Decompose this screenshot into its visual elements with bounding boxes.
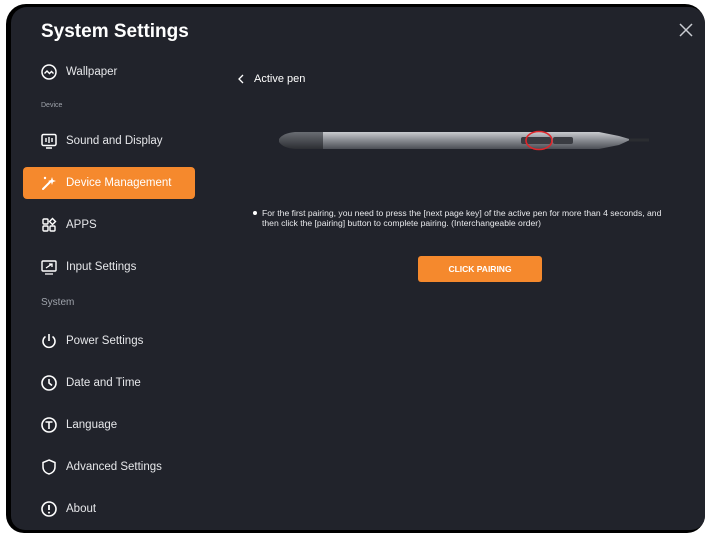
chevron-left-icon xyxy=(238,74,244,84)
clock-icon xyxy=(40,374,58,392)
sidebar-item-label: About xyxy=(66,503,97,515)
shield-icon xyxy=(40,458,58,476)
info-icon xyxy=(40,500,58,518)
sidebar-item-advanced-settings[interactable]: Advanced Settings xyxy=(23,451,195,483)
sidebar: System Settings Wallpaper Device Sound a… xyxy=(11,7,207,530)
sidebar-item-label: Power Settings xyxy=(66,335,144,347)
section-system: System xyxy=(41,297,75,308)
click-pairing-button[interactable]: CLICK PAIRING xyxy=(418,256,542,282)
bullet-dot xyxy=(253,211,257,215)
sidebar-item-power-settings[interactable]: Power Settings xyxy=(23,325,195,357)
sidebar-item-label: Advanced Settings xyxy=(66,461,162,473)
language-icon xyxy=(40,416,58,434)
sidebar-item-label: APPS xyxy=(66,219,97,231)
close-icon[interactable] xyxy=(677,21,695,39)
sidebar-item-label: Device Management xyxy=(66,177,172,189)
pairing-instruction: For the first pairing, you need to press… xyxy=(253,208,663,228)
sidebar-item-input-settings[interactable]: Input Settings xyxy=(23,251,195,283)
sidebar-item-about[interactable]: About xyxy=(23,493,195,525)
sidebar-item-label: Sound and Display xyxy=(66,135,163,147)
page-title: Active pen xyxy=(254,73,306,85)
sidebar-item-language[interactable]: Language xyxy=(23,409,195,441)
sidebar-item-label: Date and Time xyxy=(66,377,141,389)
instruction-text: For the first pairing, you need to press… xyxy=(262,208,662,228)
back-button[interactable]: Active pen xyxy=(236,73,305,85)
sidebar-item-apps[interactable]: APPS xyxy=(23,209,195,241)
power-icon xyxy=(40,332,58,350)
sidebar-item-device-management[interactable]: Device Management xyxy=(23,167,195,199)
sidebar-item-date-time[interactable]: Date and Time xyxy=(23,367,195,399)
sidebar-item-wallpaper[interactable]: Wallpaper xyxy=(23,56,195,88)
wallpaper-icon xyxy=(40,63,58,81)
section-device: Device xyxy=(41,102,63,109)
sound-display-icon xyxy=(40,132,58,150)
active-pen-image xyxy=(273,122,649,160)
settings-window: System Settings Wallpaper Device Sound a… xyxy=(11,7,705,530)
apps-icon xyxy=(40,216,58,234)
sidebar-item-label: Wallpaper xyxy=(66,66,118,78)
sidebar-item-label: Language xyxy=(66,419,118,431)
sidebar-item-label: Input Settings xyxy=(66,261,137,273)
device-management-icon xyxy=(40,174,58,192)
input-settings-icon xyxy=(40,258,58,276)
app-title: System Settings xyxy=(41,21,189,42)
sidebar-item-sound-display[interactable]: Sound and Display xyxy=(23,125,195,157)
